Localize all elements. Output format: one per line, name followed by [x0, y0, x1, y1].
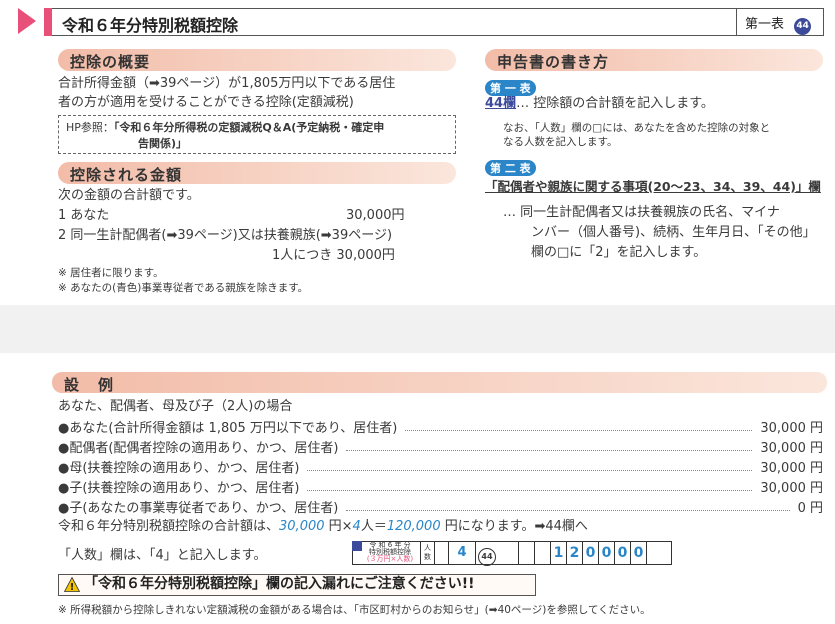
- example-row: ●あなた(合計所得金額は 1,805 万円以下であり、居住者) 30,000 円: [58, 416, 823, 436]
- form-digit-cell: 1: [551, 542, 567, 564]
- overview-line2: 者の方が適用を受けることができる控除(定額減税): [58, 95, 354, 110]
- form-digit-cell: 0: [631, 542, 647, 564]
- example-row-value: 0 円: [797, 500, 823, 516]
- hp-link[interactable]: 「令和６年分所得税の定額減税Q＆A(予定納税・確定申: [114, 121, 384, 134]
- hp-label: HP参照：: [66, 121, 114, 134]
- example-row-label: ●配偶者(配偶者控除の適用あり、かつ、居住者): [58, 440, 339, 456]
- example-row-leader: [346, 501, 790, 511]
- table-label: 第一表: [745, 17, 785, 32]
- table2-tag-label: 第 二 表: [485, 160, 536, 176]
- footnote: ※ 所得税額から控除しきれない定額減税の金額がある場合は、「市区町村からのお知ら…: [58, 604, 651, 616]
- example-row: ●配偶者(配偶者控除の適用あり、かつ、居住者) 30,000 円: [58, 436, 823, 456]
- form-blank-cell: [434, 542, 448, 564]
- form-label-line3: (３万円×人数): [366, 555, 414, 563]
- table1-note2: なる人数を記入します。: [503, 136, 618, 148]
- form-label: 令 和 6 年 分 特別税額控除 (３万円×人数): [362, 542, 418, 563]
- table1-text: … 控除額の合計額を記入します。: [516, 96, 714, 111]
- example-row-label: ●あなた(合計所得金額は 1,805 万円以下であり、居住者): [58, 420, 398, 436]
- overview-heading: 控除の概要: [58, 49, 456, 71]
- total-mid2: 人＝: [360, 519, 387, 534]
- form-digit-cell: [535, 542, 551, 564]
- howto-heading: 申告書の書き方: [485, 49, 823, 71]
- example-total: 令和６年分特別税額控除の合計額は、30,000 円×4人＝120,000 円にな…: [58, 517, 588, 536]
- example-row-leader: [405, 421, 753, 431]
- svg-text:!: !: [70, 582, 75, 592]
- warning-icon: !: [63, 576, 81, 596]
- example-rows: ●あなた(合計所得金額は 1,805 万円以下であり、居住者) 30,000 円 ●…: [58, 416, 823, 516]
- form-people-label: 人数: [420, 542, 434, 564]
- banner-arrow-icon: [18, 8, 36, 34]
- total-suffix: 円になります。➡44欄へ: [440, 519, 588, 534]
- form-corner-mark: [352, 541, 362, 551]
- total-amount: 120,000: [386, 519, 441, 534]
- table1-line: 44欄… 控除額の合計額を記入します。: [485, 94, 714, 113]
- amount-note2: ※ あなたの(青色)事業専従者である親族を除きます。: [58, 282, 309, 294]
- amount-item1-label: 1 あなた: [58, 208, 110, 223]
- amount-item2-label: 2 同一生計配偶者(➡39ページ)又は扶養親族(➡39ページ): [58, 228, 393, 243]
- example-row: ●子(あなたの事業専従者であり、かつ、居住者) 0 円: [58, 496, 823, 516]
- example-row: ●子(扶養控除の適用あり、かつ、居住者) 30,000 円: [58, 476, 823, 496]
- example-intro: あなた、配偶者、母及び子（2人)の場合: [58, 399, 293, 414]
- total-amount-per-person: 30,000: [279, 519, 325, 534]
- hp-reference-line1: HP参照：「令和６年分所得税の定額減税Q＆A(予定納税・確定申: [66, 121, 384, 135]
- example-row-label: ●子(あなたの事業専従者であり、かつ、居住者): [58, 500, 339, 516]
- warning-text: 「令和６年分特別税額控除」欄の記入漏れにご注意ください!!: [84, 576, 475, 592]
- table-reference: 第一表 44: [736, 8, 824, 36]
- example-row-leader: [307, 461, 753, 471]
- table2-line1: … 同一生計配偶者又は扶養親族の氏名、マイナ: [503, 205, 780, 220]
- amount-item2-value: 1人につき 30,000円: [272, 248, 395, 263]
- count-note: 「人数」欄は、「4」と記入します。: [58, 548, 267, 563]
- form-field-number: 44: [478, 548, 496, 566]
- example-row-label: ●子(扶養控除の適用あり、かつ、居住者): [58, 480, 300, 496]
- form-field-badge: 44: [478, 544, 496, 566]
- example-row-value: 30,000 円: [760, 440, 823, 456]
- hp-reference-line2[interactable]: 告関係)」: [138, 137, 187, 151]
- amount-note1: ※ 居住者に限ります。: [58, 267, 164, 279]
- example-row-leader: [307, 481, 753, 491]
- form-digit-cell: [503, 542, 519, 564]
- example-row-value: 30,000 円: [760, 460, 823, 476]
- form-digit-cell: 0: [599, 542, 615, 564]
- banner-accent: [44, 8, 52, 36]
- form-amount-cells: 120000: [503, 542, 647, 564]
- overview-line1: 合計所得金額（➡39ページ）が1,805万円以下である居住: [58, 76, 396, 91]
- table2-tag: 第 二 表: [485, 157, 536, 176]
- form-digit-cell: 0: [615, 542, 631, 564]
- form-digit-cell: 0: [583, 542, 599, 564]
- total-prefix: 令和６年分特別税額控除の合計額は、: [58, 519, 280, 534]
- example-row-label: ●母(扶養控除の適用あり、かつ、居住者): [58, 460, 300, 476]
- field-number-badge: 44: [794, 18, 812, 35]
- example-row: ●母(扶養控除の適用あり、かつ、居住者) 30,000 円: [58, 456, 823, 476]
- example-heading: 設 例: [64, 376, 116, 394]
- table2-line3: 欄の□に「2」を記入します。: [531, 245, 707, 260]
- amount-item1-value: 30,000円: [346, 208, 405, 223]
- section-divider: [0, 305, 835, 353]
- total-people: 4: [352, 519, 361, 534]
- table2-line2: ンバー（個人番号)、続柄、生年月日、「その他」: [531, 225, 816, 240]
- amount-heading: 控除される金額: [58, 162, 456, 184]
- table1-field: 44欄: [485, 96, 517, 111]
- total-mid: 円×: [324, 519, 353, 534]
- form-digit-cell: [519, 542, 535, 564]
- example-heading-band: [52, 372, 827, 393]
- table2-title: 「配偶者や親族に関する事項(20～23、34、39、44)」欄: [485, 179, 821, 194]
- page-title: 令和６年分特別税額控除: [62, 16, 239, 35]
- amount-intro: 次の金額の合計額です。: [58, 188, 200, 203]
- form-people-value: 4: [448, 542, 476, 564]
- example-row-value: 30,000 円: [760, 420, 823, 436]
- example-row-leader: [346, 441, 753, 451]
- form-digit-cell: 2: [567, 542, 583, 564]
- example-row-value: 30,000 円: [760, 480, 823, 496]
- table1-note1: なお、「人数」欄の□には、あなたを含めた控除の対象と: [503, 122, 771, 134]
